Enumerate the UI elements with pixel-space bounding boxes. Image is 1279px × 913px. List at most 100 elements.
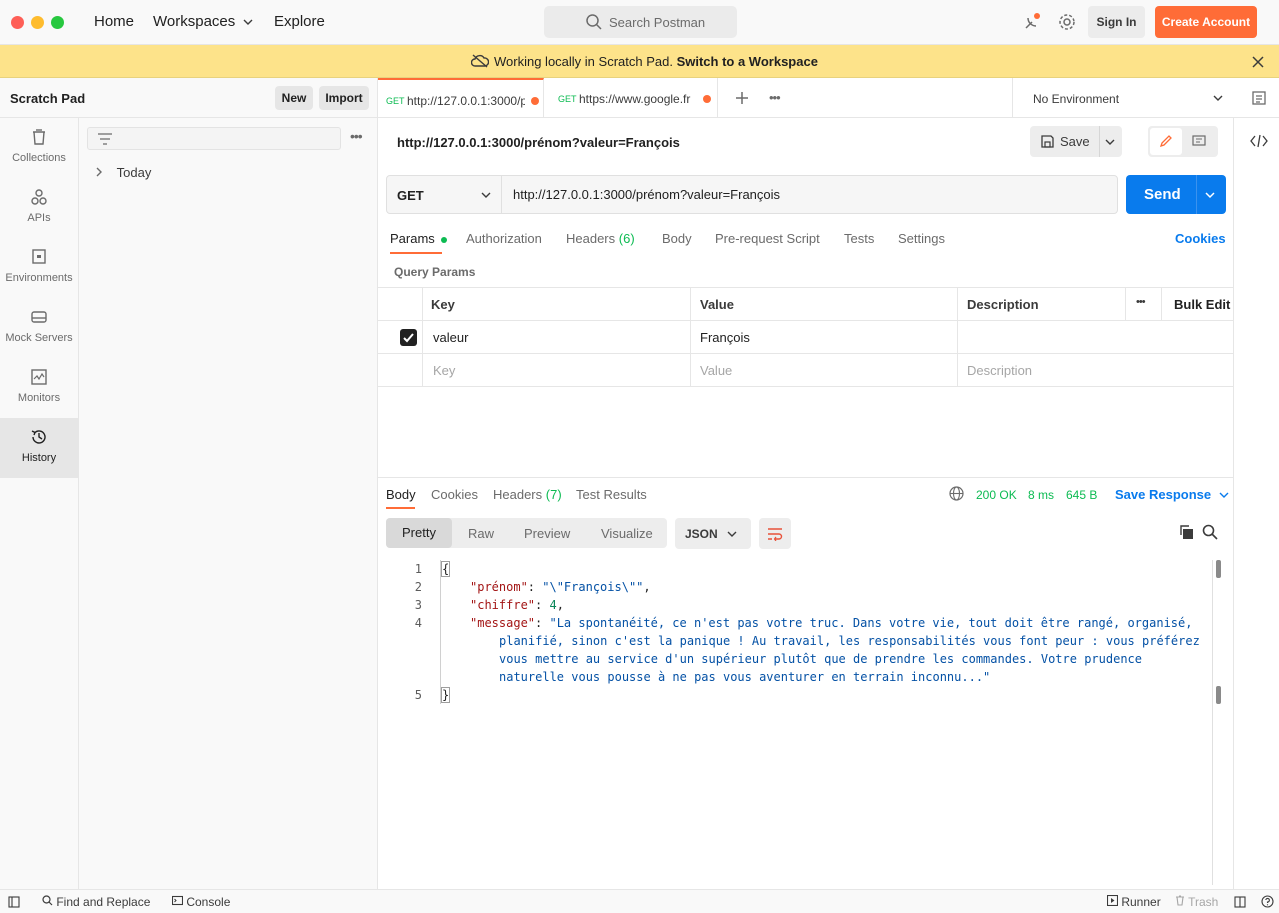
scrollbar-thumb-end[interactable]	[1216, 686, 1221, 704]
copy-icon[interactable]	[1178, 524, 1194, 540]
tab-request-1[interactable]: GET http://127.0.0.1:3000/pr	[378, 78, 544, 118]
more-options-icon[interactable]: •••	[350, 128, 363, 144]
search-input[interactable]: Search Postman	[544, 6, 737, 38]
toggle-sidebar-icon[interactable]	[8, 896, 20, 908]
param-description-cell[interactable]	[957, 321, 1233, 353]
view-pretty[interactable]: Pretty	[386, 518, 452, 548]
response-body-editor[interactable]: 1 2 3 4 5 { "prénom": "\"François\"", "c…	[386, 560, 1226, 885]
response-tab-cookies[interactable]: Cookies	[431, 487, 478, 502]
chevron-down-icon[interactable]	[1105, 138, 1115, 146]
nav-home[interactable]: Home	[94, 13, 134, 30]
environment-quicklook-icon[interactable]	[1251, 90, 1267, 106]
edit-button[interactable]	[1150, 128, 1182, 155]
code-icon[interactable]	[1250, 134, 1268, 148]
sidebar-item-mock-servers[interactable]: Mock Servers	[0, 298, 78, 358]
new-key-cell[interactable]: Key	[422, 354, 690, 386]
satellite-icon[interactable]	[1022, 12, 1042, 32]
chevron-down-icon[interactable]	[1205, 191, 1215, 199]
new-value-cell[interactable]: Value	[690, 354, 958, 386]
cookies-link[interactable]: Cookies	[1175, 231, 1226, 246]
line-number: 3	[414, 598, 422, 612]
format-select[interactable]: JSON	[675, 518, 751, 549]
minimize-window-button[interactable]	[31, 16, 44, 29]
response-divider[interactable]	[378, 477, 1233, 478]
response-tab-body[interactable]: Body	[386, 487, 416, 509]
column-value: Value	[690, 288, 958, 320]
code-brace-close: }	[440, 687, 451, 703]
tab-pre-request-script[interactable]: Pre-request Script	[715, 231, 820, 246]
response-tab-test-results[interactable]: Test Results	[576, 487, 647, 502]
sidebar-nav: Collections APIs Environments Mock Serve…	[0, 118, 79, 889]
param-value-cell[interactable]: François	[690, 321, 958, 353]
signin-button[interactable]: Sign In	[1088, 6, 1145, 38]
param-key-cell[interactable]: valeur	[422, 321, 690, 353]
filter-input[interactable]	[87, 127, 341, 150]
nav-workspaces[interactable]: Workspaces	[153, 13, 253, 30]
sidebar-item-label: Environments	[5, 272, 73, 284]
tab-body[interactable]: Body	[662, 231, 692, 246]
sidebar-item-collections[interactable]: Collections	[0, 118, 78, 178]
send-button[interactable]: Send	[1126, 175, 1226, 214]
param-checkbox[interactable]	[400, 329, 417, 346]
comment-icon[interactable]	[1192, 135, 1206, 148]
tab-params-label: Params	[390, 231, 435, 246]
nav-explore[interactable]: Explore	[274, 13, 325, 30]
trash-button[interactable]: Trash	[1175, 895, 1218, 909]
sidebar-item-apis[interactable]: APIs	[0, 178, 78, 238]
response-size[interactable]: 645 B	[1066, 488, 1097, 502]
response-status[interactable]: 200 OK	[976, 488, 1017, 502]
view-visualize[interactable]: Visualize	[601, 526, 653, 541]
scrollbar-thumb[interactable]	[1216, 560, 1221, 578]
history-group-today[interactable]: Today	[95, 165, 151, 180]
new-description-cell[interactable]: Description	[957, 354, 1233, 386]
url-input[interactable]: http://127.0.0.1:3000/prénom?valeur=Fran…	[513, 187, 780, 202]
runner-button[interactable]: Runner	[1106, 894, 1161, 909]
tab-tests[interactable]: Tests	[844, 231, 874, 246]
chevron-down-icon	[243, 19, 253, 25]
response-tab-headers[interactable]: Headers (7)	[493, 487, 562, 502]
save-response-button[interactable]: Save Response	[1115, 487, 1229, 502]
sidebar-item-monitors[interactable]: Monitors	[0, 358, 78, 418]
filter-icon	[98, 133, 112, 145]
help-icon[interactable]	[1261, 895, 1274, 908]
close-icon[interactable]	[1252, 56, 1264, 68]
bulk-edit-label: Bulk Edit	[1174, 297, 1231, 312]
view-preview[interactable]: Preview	[524, 526, 570, 541]
sidebar-item-environments[interactable]: Environments	[0, 238, 78, 298]
new-button[interactable]: New	[275, 86, 313, 110]
tabs-more-icon[interactable]: •••	[769, 90, 781, 105]
maximize-window-button[interactable]	[51, 16, 64, 29]
globe-icon[interactable]	[949, 486, 964, 501]
plus-icon[interactable]	[735, 91, 749, 105]
create-account-button[interactable]: Create Account	[1155, 6, 1257, 38]
sidebar-item-history[interactable]: History	[0, 418, 78, 478]
search-icon[interactable]	[1202, 524, 1218, 540]
save-button[interactable]: Save	[1030, 126, 1122, 157]
tab-authorization[interactable]: Authorization	[466, 231, 542, 246]
tab-request-2[interactable]: GET https://www.google.fr	[544, 78, 718, 118]
request-title[interactable]: http://127.0.0.1:3000/prénom?valeur=Fran…	[397, 135, 680, 150]
tab-headers[interactable]: Headers (6)	[566, 231, 635, 246]
value-placeholder: Value	[700, 363, 733, 378]
method-select[interactable]: GET	[387, 176, 502, 213]
tab-settings[interactable]: Settings	[898, 231, 945, 246]
response-time[interactable]: 8 ms	[1028, 488, 1054, 502]
bulk-edit-button[interactable]: Bulk Edit	[1161, 288, 1233, 320]
gear-icon[interactable]	[1058, 13, 1076, 31]
close-window-button[interactable]	[11, 16, 24, 29]
switch-workspace-link[interactable]: Switch to a Workspace	[677, 54, 818, 69]
console-button[interactable]: Console	[171, 895, 231, 909]
wrap-lines-button[interactable]	[759, 518, 791, 549]
environment-select[interactable]: No Environment	[1012, 78, 1245, 118]
view-raw[interactable]: Raw	[468, 526, 494, 541]
column-options[interactable]: •••	[1125, 288, 1161, 320]
tab-params[interactable]: Params	[390, 231, 448, 254]
scrollbar[interactable]	[1212, 560, 1213, 885]
find-replace-button[interactable]: Find and Replace	[42, 895, 150, 909]
import-button[interactable]: Import	[319, 86, 369, 110]
console-label: Console	[186, 895, 231, 909]
two-pane-icon[interactable]	[1234, 896, 1246, 908]
check-icon	[403, 333, 414, 343]
json-key: "message"	[470, 616, 536, 630]
mock-servers-icon	[31, 311, 47, 323]
